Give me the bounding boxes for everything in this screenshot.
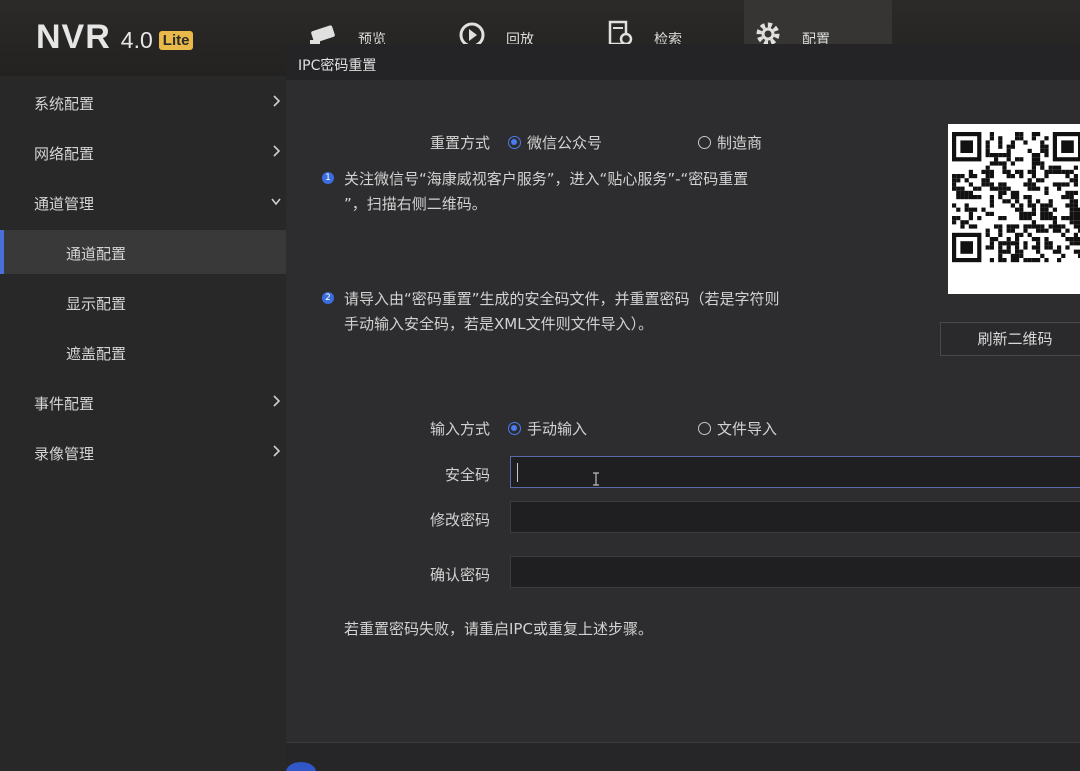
sidebar-item-display-config[interactable]: 显示配置 bbox=[0, 280, 286, 324]
refresh-qr-button[interactable]: 刷新二维码 bbox=[940, 322, 1080, 356]
qr-code-image bbox=[948, 124, 1080, 294]
radio-label: 制造商 bbox=[717, 134, 763, 152]
step-1-line-2: ”，扫描右侧二维码。 bbox=[344, 195, 487, 213]
sidebar-item-label: 通道管理 bbox=[34, 195, 95, 213]
chevron-right-icon bbox=[273, 145, 281, 157]
radio-label: 微信公众号 bbox=[527, 134, 603, 152]
chevron-right-icon bbox=[273, 445, 281, 457]
reset-method-wechat-radio[interactable]: 微信公众号 bbox=[508, 132, 602, 153]
search-icon bbox=[608, 20, 633, 46]
nvr-logo: NVR 4.0 Lite bbox=[36, 18, 194, 58]
sidebar-item-channel-config[interactable]: 通道配置 bbox=[0, 230, 286, 274]
sidebar-item-label: 系统配置 bbox=[34, 95, 95, 113]
new-password-label: 修改密码 bbox=[429, 511, 490, 529]
logo-lite-badge: Lite bbox=[158, 31, 194, 50]
new-password-input[interactable] bbox=[511, 502, 1080, 532]
step-1-line-1: 关注微信号“海康威视客户服务”，进入“贴心服务”-“密码重置 bbox=[344, 170, 749, 188]
sidebar-item-event-config[interactable]: 事件配置 bbox=[0, 380, 286, 424]
step-1-info-icon: 1 bbox=[322, 172, 334, 184]
confirm-password-label: 确认密码 bbox=[429, 566, 490, 584]
radio-label: 文件导入 bbox=[717, 420, 778, 438]
step-2-info-icon: 2 bbox=[322, 292, 334, 304]
dialog-title: IPC密码重置 bbox=[298, 58, 377, 74]
chevron-right-icon bbox=[273, 95, 281, 107]
radio-unselected-icon bbox=[698, 136, 711, 149]
step-2-line-1: 请导入由“密码重置”生成的安全码文件，并重置密码（若是字符则 bbox=[344, 290, 780, 308]
sidebar-item-label: 录像管理 bbox=[34, 445, 95, 463]
radio-unselected-icon bbox=[698, 422, 711, 435]
playback-icon bbox=[459, 22, 485, 46]
reset-failure-note: 若重置密码失败，请重启IPC或重复上述步骤。 bbox=[344, 620, 653, 638]
sidebar-item-label: 显示配置 bbox=[66, 295, 127, 313]
new-password-field[interactable] bbox=[510, 501, 1080, 533]
radio-selected-icon bbox=[508, 422, 521, 435]
sidebar-item-label: 事件配置 bbox=[34, 395, 95, 413]
logo-version: 4.0 bbox=[120, 27, 153, 53]
dialog-header[interactable]: IPC密码重置 bbox=[286, 44, 1080, 80]
logo-name: NVR bbox=[36, 18, 111, 56]
ipc-password-reset-dialog: IPC密码重置 重置方式 微信公众号 制造商 1 关注微信号“海康威视客户服务”… bbox=[286, 44, 1080, 771]
sidebar-item-label: 网络配置 bbox=[34, 145, 95, 163]
step-2-line-2: 手动输入安全码，若是XML文件则文件导入）。 bbox=[344, 315, 654, 333]
confirm-password-input[interactable] bbox=[511, 557, 1080, 587]
reset-method-manufacturer-radio[interactable]: 制造商 bbox=[698, 132, 762, 153]
sidebar-item-label: 遮盖配置 bbox=[66, 345, 127, 363]
sidebar-item-channel-management[interactable]: 通道管理 bbox=[0, 180, 286, 224]
dialog-footer bbox=[286, 742, 1080, 771]
chevron-down-icon bbox=[271, 198, 281, 206]
radio-label: 手动输入 bbox=[527, 420, 588, 438]
sidebar-item-system[interactable]: 系统配置 bbox=[0, 80, 286, 124]
preview-icon bbox=[310, 25, 335, 44]
chevron-right-icon bbox=[273, 395, 281, 407]
step-1-instructions: 关注微信号“海康威视客户服务”，进入“贴心服务”-“密码重置 ”，扫描右侧二维码… bbox=[344, 167, 824, 217]
sidebar-item-label: 通道配置 bbox=[66, 245, 127, 263]
input-method-file-radio[interactable]: 文件导入 bbox=[698, 418, 777, 439]
input-method-manual-radio[interactable]: 手动输入 bbox=[508, 418, 587, 439]
input-method-label: 输入方式 bbox=[429, 420, 490, 438]
sidebar-item-mask-config[interactable]: 遮盖配置 bbox=[0, 330, 286, 374]
radio-selected-icon bbox=[508, 136, 521, 149]
sidebar-item-recording[interactable]: 录像管理 bbox=[0, 430, 286, 474]
confirm-password-field[interactable] bbox=[510, 556, 1080, 588]
text-cursor-icon bbox=[593, 472, 599, 486]
sidebar-item-network[interactable]: 网络配置 bbox=[0, 130, 286, 174]
step-2-instructions: 请导入由“密码重置”生成的安全码文件，并重置密码（若是字符则 手动输入安全码，若… bbox=[344, 287, 824, 337]
sidebar: 系统配置 网络配置 通道管理 通道配置 显示配置 遮盖配置 事件配置 录像管理 bbox=[0, 76, 286, 771]
security-code-label: 安全码 bbox=[444, 466, 490, 484]
gear-icon bbox=[756, 22, 780, 46]
reset-method-label: 重置方式 bbox=[429, 134, 490, 152]
text-caret bbox=[517, 463, 518, 482]
